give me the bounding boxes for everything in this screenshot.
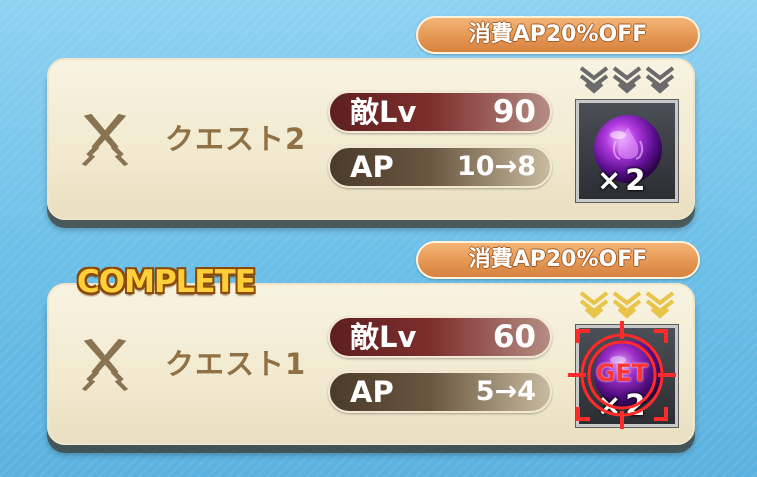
ap-label: AP	[350, 150, 394, 184]
enemy-level-value: 60	[492, 319, 536, 355]
discount-badge: 消費AP20%OFF	[416, 241, 700, 279]
ap-value: 10→8	[457, 151, 536, 182]
chevron-down-icon	[612, 66, 642, 94]
ap-cost-bar: AP 5→4	[328, 371, 552, 413]
quest-name: クエスト2	[165, 122, 307, 156]
enemy-level-bar: 敵Lv 90	[328, 91, 552, 133]
crossed-swords-icon	[81, 338, 129, 392]
chevron-down-icon	[579, 66, 609, 94]
enemy-level-bar: 敵Lv 60	[328, 316, 552, 358]
enemy-level-value: 90	[492, 94, 536, 130]
enemy-level-label: 敵Lv	[350, 320, 417, 354]
enemy-level-label: 敵Lv	[350, 95, 417, 129]
reward-item[interactable]: ×2	[576, 100, 678, 202]
crossed-swords-icon	[81, 113, 129, 167]
difficulty-chevrons	[579, 66, 675, 94]
get-label: GET	[595, 359, 649, 387]
complete-label: COMPLETE	[77, 264, 256, 300]
get-stamp: GET	[560, 313, 684, 437]
reward-count: ×2	[597, 163, 650, 197]
quest-name: クエスト1	[165, 347, 307, 381]
ap-value: 5→4	[475, 376, 536, 407]
chevron-down-icon	[645, 66, 675, 94]
quest-card-1[interactable]: 消費AP20%OFF COMPLETE クエスト1 敵Lv 60 AP 5→4	[0, 225, 757, 445]
quest-card-2[interactable]: 消費AP20%OFF クエスト2 敵Lv 90 AP 10→8 ×2	[0, 0, 757, 220]
ap-label: AP	[350, 375, 394, 409]
ap-cost-bar: AP 10→8	[328, 146, 552, 188]
discount-badge: 消費AP20%OFF	[416, 16, 700, 54]
